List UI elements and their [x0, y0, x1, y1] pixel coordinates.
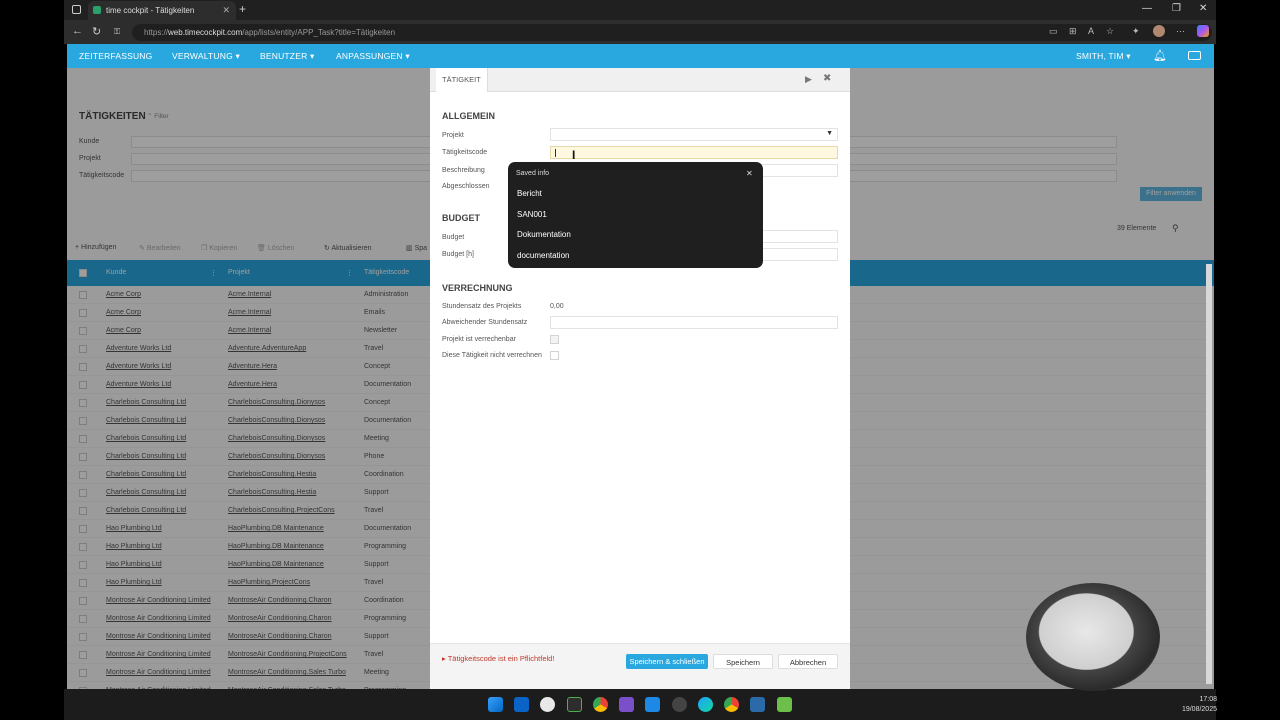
label-projekt: Projekt: [442, 132, 464, 139]
read-aloud-icon[interactable]: A: [1088, 26, 1094, 36]
settings-icon[interactable]: [540, 697, 555, 712]
start-icon[interactable]: [488, 697, 503, 712]
nav-benutzer[interactable]: BENUTZER ▾: [260, 44, 314, 68]
dialog-tab-bar: TÄTIGKEIT ▶ ✖: [430, 68, 850, 92]
nav-zeiterfassung[interactable]: ZEITERFASSUNG: [79, 44, 152, 68]
user-menu[interactable]: SMITH, TIM ▾: [1076, 44, 1131, 68]
reload-icon[interactable]: ↻: [92, 25, 101, 38]
user-name: SMITH, TIM: [1076, 51, 1124, 61]
autofill-popup: Saved info ✕ Bericht SAN001 Dokumentatio…: [508, 162, 763, 268]
validation-error: ▸ Tätigkeitscode ist ein Pflichtfeld!: [442, 654, 555, 663]
url-domain: web.timecockpit.com: [168, 28, 243, 37]
label-nicht-verrechnen: Diese Tätigkeit nicht verrechnen: [442, 352, 542, 359]
chevron-down-icon: ▾: [405, 51, 410, 61]
projekt-select[interactable]: ▼: [550, 128, 838, 141]
slack-icon[interactable]: [567, 697, 582, 712]
autofill-item[interactable]: Dokumentation: [517, 230, 571, 239]
chrome-dev-icon[interactable]: [724, 697, 739, 712]
vscode-icon[interactable]: [645, 697, 660, 712]
label-abgeschlossen: Abgeschlossen: [442, 183, 490, 190]
clock-date: 19/08/2025: [1181, 706, 1217, 713]
nav-anpassungen[interactable]: ANPASSUNGEN ▾: [336, 44, 410, 68]
keyboard-icon[interactable]: [1188, 51, 1201, 60]
profile-avatar[interactable]: [1153, 25, 1165, 37]
edge-icon[interactable]: [698, 697, 713, 712]
section-budget: BUDGET: [442, 213, 480, 223]
webcam-overlay: [1026, 583, 1160, 691]
play-icon[interactable]: ▶: [805, 74, 812, 85]
notification-bell-icon[interactable]: 🔔︎: [1153, 44, 1167, 68]
nav-verwaltung[interactable]: VERWALTUNG ▾: [172, 44, 240, 68]
dialog-tab[interactable]: TÄTIGKEIT: [436, 68, 488, 92]
window-close-icon[interactable]: ✕: [1199, 3, 1207, 14]
stundensatz-value: 0,00: [550, 303, 564, 310]
collections-icon[interactable]: ✦: [1132, 26, 1140, 37]
grid-app-icon[interactable]: [777, 697, 792, 712]
nav-benutzer-label: BENUTZER: [260, 51, 308, 61]
dialog-footer: ▸ Tätigkeitscode ist ein Pflichtfeld! Sp…: [430, 643, 850, 689]
autofill-title: Saved info: [516, 170, 550, 177]
reader-icon[interactable]: ▭: [1049, 26, 1058, 37]
new-tab-icon[interactable]: +: [239, 2, 246, 16]
validation-error-text: Tätigkeitscode ist ein Pflichtfeld!: [447, 654, 555, 663]
nav-anpassungen-label: ANPASSUNGEN: [336, 51, 403, 61]
url-scheme: https://: [144, 28, 169, 37]
grid-scrollbar[interactable]: [1206, 264, 1212, 684]
chrome-icon[interactable]: [593, 697, 608, 712]
chevron-down-icon: ▾: [1126, 51, 1131, 61]
copilot-icon[interactable]: [1197, 25, 1209, 37]
system-clock[interactable]: 17:08 19/08/2025: [1167, 695, 1217, 715]
label-taetigkeitscode: Tätigkeitscode: [442, 149, 488, 156]
projekt-verrechenbar-checkbox: [550, 335, 559, 344]
close-icon[interactable]: ✕: [746, 169, 753, 178]
tab-title: time cockpit - Tätigkeiten: [106, 6, 195, 15]
maximize-icon[interactable]: ❐: [1172, 3, 1181, 14]
back-icon[interactable]: ←: [72, 25, 83, 37]
browser-tab-bar: time cockpit - Tätigkeiten ✕ + — ❐ ✕: [64, 0, 1216, 20]
browser-tab[interactable]: time cockpit - Tätigkeiten ✕: [88, 1, 236, 20]
more-icon[interactable]: ⋯: [1176, 26, 1185, 37]
label-projekt-verrechenbar: Projekt ist verrechenbar: [442, 336, 516, 343]
taetigkeitscode-input[interactable]: [550, 146, 838, 159]
address-bar-row: ← ↻ ⚿ https://web.timecockpit.com/app/li…: [64, 20, 1216, 44]
visual-studio-icon[interactable]: [619, 697, 634, 712]
tab-actions-icon[interactable]: [72, 5, 81, 14]
section-verrechnung: VERRECHNUNG: [442, 283, 513, 293]
url-path: /app/lists/entity/APP_Task?title=Tätigke…: [242, 28, 396, 37]
label-abweichender-stundensatz: Abweichender Stundensatz: [442, 319, 528, 326]
site-info-icon[interactable]: ⚿: [114, 27, 120, 37]
save-close-button[interactable]: Speichern & schließen: [626, 654, 708, 669]
abweichender-stundensatz-input[interactable]: [550, 316, 838, 329]
close-tab-icon[interactable]: ✕: [222, 5, 230, 16]
save-button[interactable]: Speichern: [713, 654, 773, 669]
autofill-item[interactable]: Bericht: [517, 189, 542, 198]
ibeam-cursor-icon: I: [572, 148, 576, 162]
favicon-icon: [93, 6, 101, 14]
nav-verwaltung-label: VERWALTUNG: [172, 51, 233, 61]
label-budget-h: Budget [h]: [442, 251, 474, 258]
app-nav-bar: ZEITERFASSUNG VERWALTUNG ▾ BENUTZER ▾ AN…: [67, 44, 1214, 68]
close-dialog-icon[interactable]: ✖: [823, 73, 831, 84]
terminal-icon[interactable]: [750, 697, 765, 712]
favorite-icon[interactable]: ☆: [1106, 26, 1114, 37]
dropdown-arrow-icon[interactable]: ▼: [826, 130, 833, 137]
section-allgemein: ALLGEMEIN: [442, 111, 495, 121]
apps-icon[interactable]: ⊞: [1069, 26, 1077, 37]
minimize-icon[interactable]: —: [1142, 3, 1152, 14]
app-viewport: ZEITERFASSUNG VERWALTUNG ▾ BENUTZER ▾ AN…: [67, 44, 1214, 689]
windows-taskbar: 17:08 19/08/2025: [64, 689, 1217, 720]
label-stundensatz: Stundensatz des Projekts: [442, 303, 522, 310]
autofill-item[interactable]: documentation: [517, 251, 569, 260]
app-icon[interactable]: [672, 697, 687, 712]
chevron-down-icon: ▾: [309, 51, 315, 61]
outlook-icon[interactable]: [514, 697, 529, 712]
chevron-down-icon: ▾: [235, 51, 240, 61]
clock-time: 17:08: [1199, 696, 1217, 703]
text-cursor: [555, 149, 556, 157]
autofill-item[interactable]: SAN001: [517, 210, 547, 219]
nicht-verrechnen-checkbox[interactable]: [550, 351, 559, 360]
cancel-button[interactable]: Abbrechen: [778, 654, 838, 669]
label-beschreibung: Beschreibung: [442, 167, 485, 174]
label-budget: Budget: [442, 234, 465, 241]
